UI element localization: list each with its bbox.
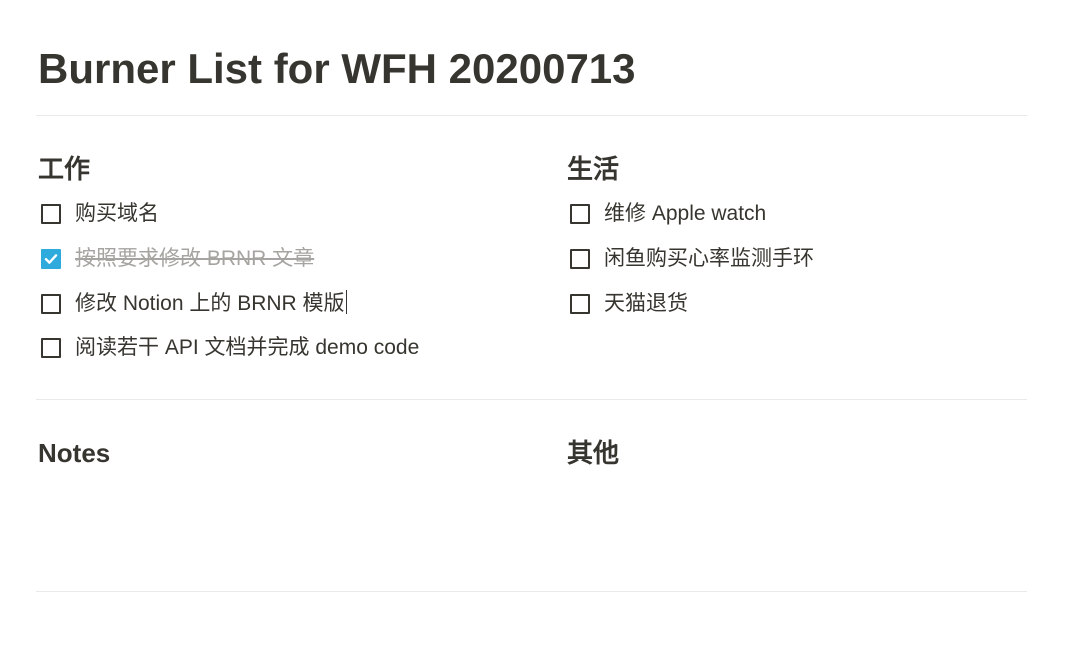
todo-item: 购买域名 (38, 192, 508, 237)
checkbox[interactable] (41, 204, 61, 225)
todo-text-content: 修改 Notion 上的 BRNR 模版 (75, 291, 345, 315)
section-life: 生活 维修 Apple watch 闲鱼购买心率监测手环 天猫退货 (567, 152, 1037, 326)
todo-text[interactable]: 维修 Apple watch (604, 200, 766, 228)
checkmark-icon (44, 254, 58, 264)
todo-item: 修改 Notion 上的 BRNR 模版 (38, 281, 508, 326)
todo-item: 天猫退货 (567, 281, 1037, 326)
checkbox[interactable] (41, 338, 61, 359)
todo-text[interactable]: 阅读若干 API 文档并完成 demo code (75, 334, 419, 362)
section-work: 工作 购买域名 按照要求修改 BRNR 文章 修改 Notion 上的 BRNR… (38, 152, 508, 371)
section-heading-notes[interactable]: Notes (38, 436, 508, 470)
checkbox[interactable] (570, 293, 590, 314)
checkbox[interactable] (570, 204, 590, 225)
checkbox-checked[interactable] (41, 249, 61, 270)
divider-middle (36, 399, 1027, 400)
section-heading-work[interactable]: 工作 (38, 152, 508, 186)
divider-bottom (36, 591, 1027, 592)
todo-text-completed[interactable]: 按照要求修改 BRNR 文章 (75, 245, 314, 273)
todo-text[interactable]: 修改 Notion 上的 BRNR 模版 (75, 290, 347, 318)
page-title[interactable]: Burner List for WFH 20200713 (38, 42, 636, 96)
divider-top (36, 115, 1027, 116)
checkbox[interactable] (570, 249, 590, 270)
section-heading-other[interactable]: 其他 (567, 436, 1037, 470)
todo-item: 闲鱼购买心率监测手环 (567, 237, 1037, 282)
section-other: 其他 (567, 436, 1037, 476)
todo-item: 按照要求修改 BRNR 文章 (38, 237, 508, 282)
checkbox[interactable] (41, 293, 61, 314)
todo-text[interactable]: 购买域名 (75, 200, 159, 228)
section-heading-life[interactable]: 生活 (567, 152, 1037, 186)
todo-item: 阅读若干 API 文档并完成 demo code (38, 326, 508, 371)
todo-text[interactable]: 闲鱼购买心率监测手环 (604, 245, 814, 273)
todo-item: 维修 Apple watch (567, 192, 1037, 237)
section-notes: Notes (38, 436, 508, 476)
text-cursor (345, 290, 347, 315)
todo-text[interactable]: 天猫退货 (604, 290, 688, 318)
